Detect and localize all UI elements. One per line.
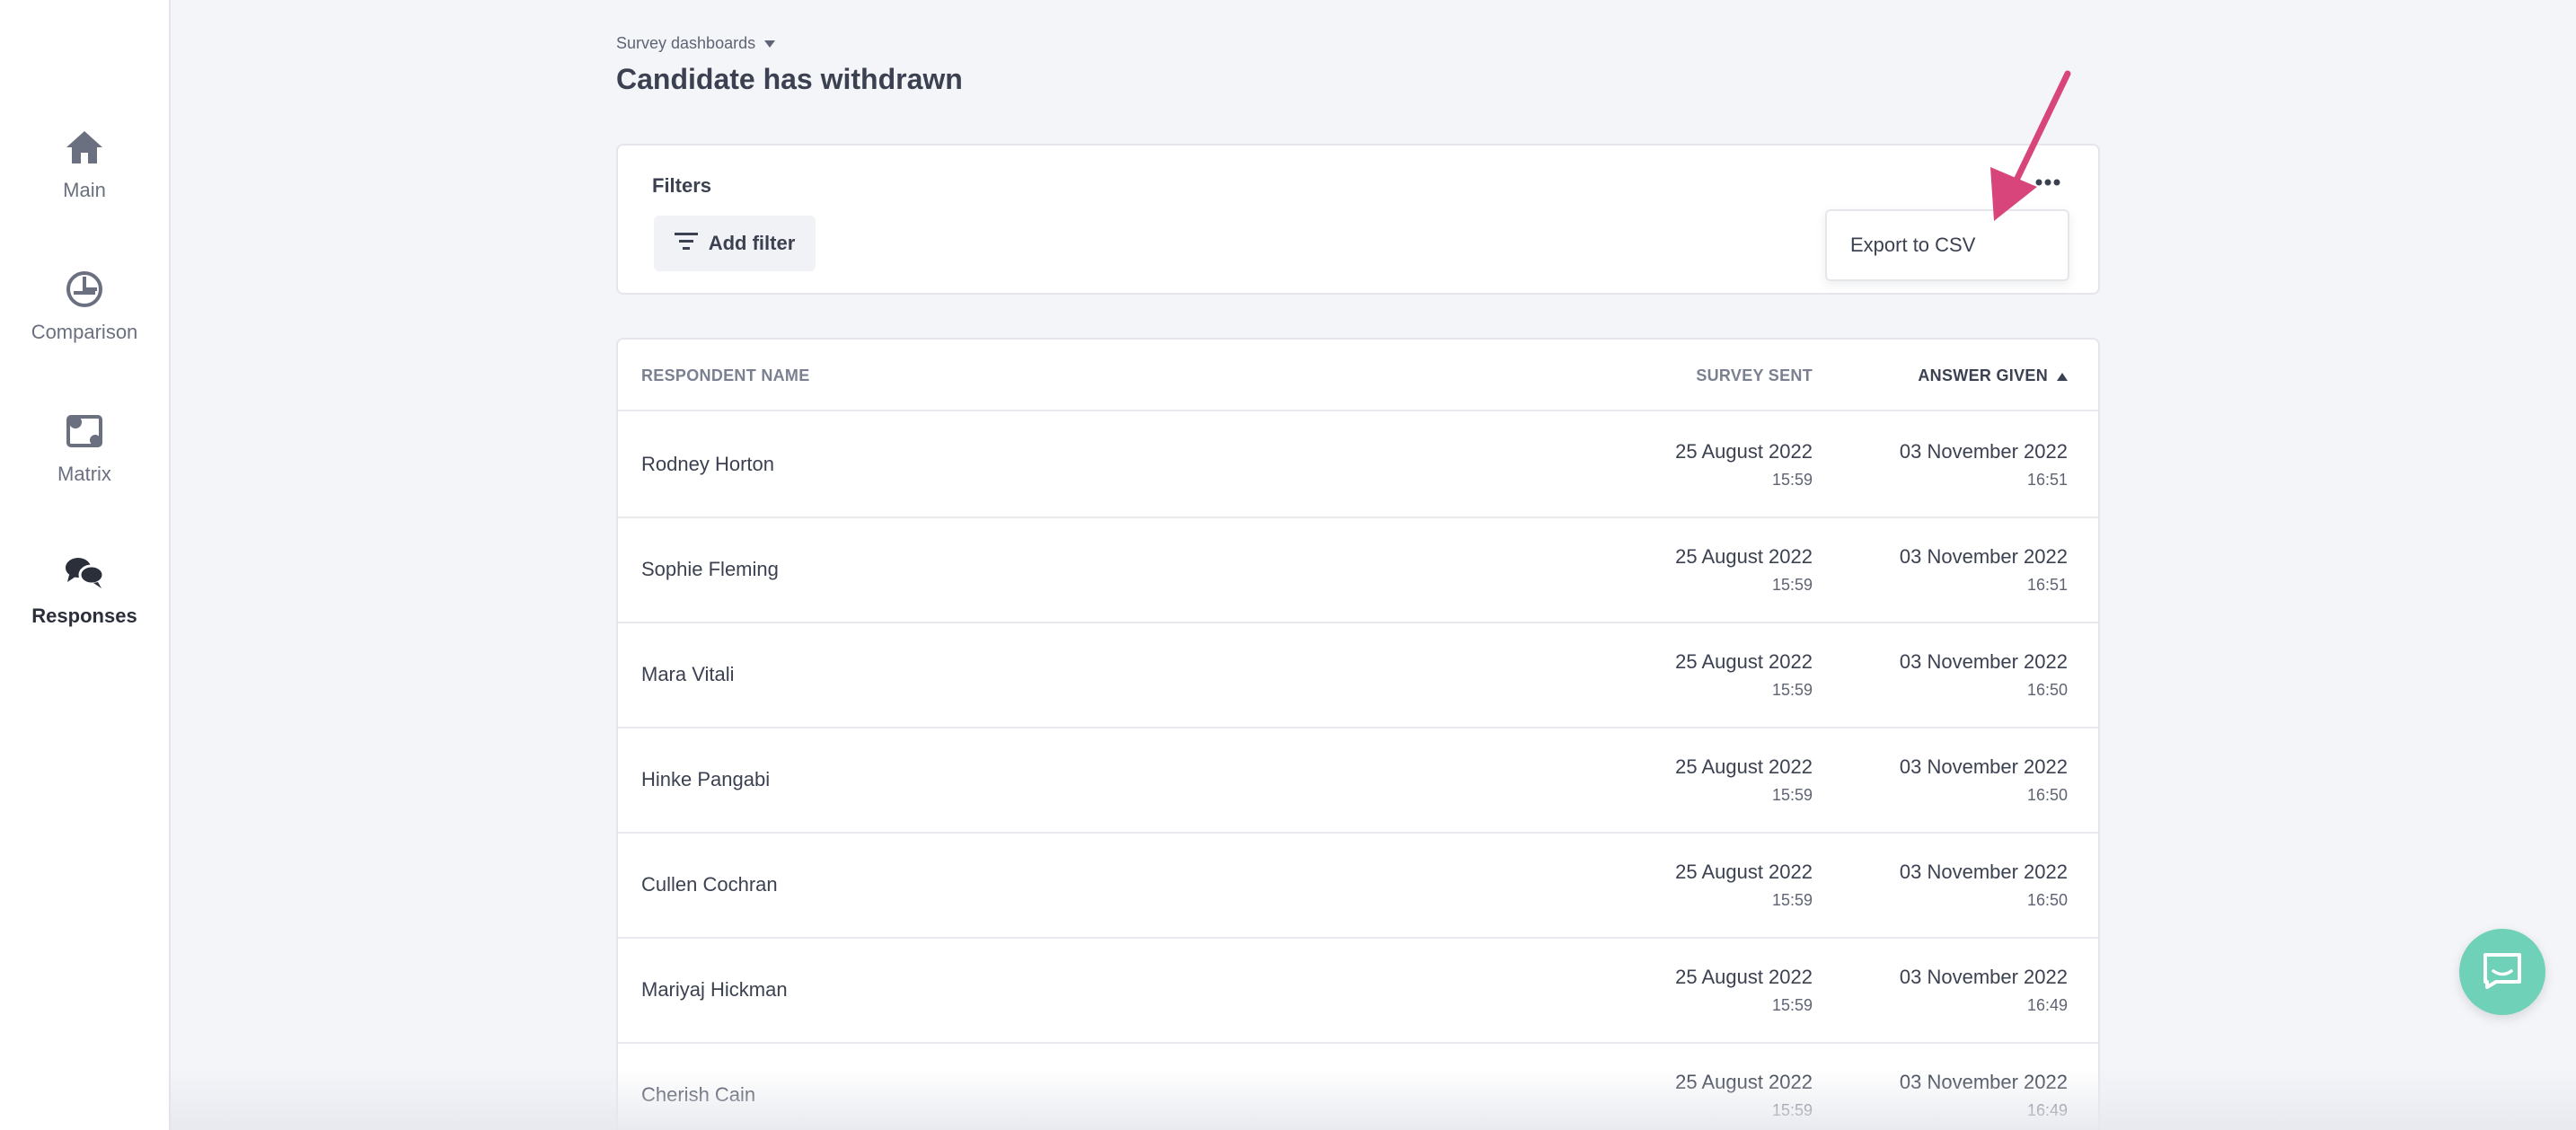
answer-given-time: 16:49 — [2026, 1101, 2068, 1119]
column-header-survey-sent[interactable]: SURVEY SENT — [1696, 366, 1813, 385]
sidebar-item-comparison[interactable]: Comparison — [0, 248, 169, 365]
chat-launcher-button[interactable] — [2459, 929, 2545, 1015]
table-row[interactable]: Rodney Horton 25 August 2022 15:59 03 Novem… — [618, 413, 2098, 518]
sidebar-item-label: Responses — [31, 605, 137, 627]
respondent-name: Rodney Horton — [641, 453, 774, 475]
table-row[interactable]: Sophie Fleming 25 August 2022 15:59 03 Nove… — [618, 518, 2098, 623]
survey-sent-cell: 25 August 2022 15:59 — [1675, 650, 1813, 700]
add-filter-label: Add filter — [708, 232, 796, 254]
annotation-arrow-icon — [1990, 70, 2071, 221]
answer-given-date: 03 November 2022 — [1899, 545, 2068, 568]
answer-given-time: 16:50 — [2026, 786, 2068, 804]
respondent-name: Sophie Fleming — [641, 558, 779, 580]
respondent-name: Hinke Pangabi — [641, 768, 771, 790]
respondent-name: Mara Vitali — [641, 663, 735, 685]
survey-sent-cell: 25 August 2022 15:59 — [1675, 966, 1813, 1015]
answer-given-date: 03 November 2022 — [1899, 650, 2068, 673]
survey-sent-cell: 25 August 2022 15:59 — [1675, 861, 1813, 910]
answer-given-time: 16:51 — [2026, 471, 2068, 489]
answer-given-date: 03 November 2022 — [1899, 1071, 2068, 1093]
survey-sent-time: 15:59 — [1771, 576, 1813, 594]
responses-table: RESPONDENT NAME SURVEY SENT ANSWER GIVEN… — [616, 338, 2100, 1130]
column-header-label: ANSWER GIVEN — [1918, 366, 2048, 384]
chat-bubbles-icon — [64, 552, 105, 594]
survey-sent-date: 25 August 2022 — [1675, 861, 1813, 883]
sidebar-item-label: Main — [63, 179, 106, 201]
respondent-name: Cullen Cochran — [641, 873, 778, 896]
chat-icon — [2482, 951, 2523, 993]
survey-sent-date: 25 August 2022 — [1675, 650, 1813, 673]
filters-label: Filters — [652, 174, 712, 197]
answer-given-cell: 03 November 2022 16:49 — [1900, 966, 2068, 1015]
sidebar-item-responses[interactable]: Responses — [0, 532, 169, 649]
survey-sent-time: 15:59 — [1771, 786, 1813, 804]
filter-lines-icon — [674, 231, 698, 256]
answer-given-cell: 03 November 2022 16:51 — [1900, 545, 2068, 595]
answer-given-time: 16:50 — [2026, 891, 2068, 909]
answer-given-time: 16:51 — [2026, 576, 2068, 594]
survey-sent-date: 25 August 2022 — [1675, 755, 1813, 778]
survey-sent-date: 25 August 2022 — [1675, 966, 1813, 988]
column-header-respondent-name[interactable]: RESPONDENT NAME — [641, 366, 810, 385]
survey-sent-time: 15:59 — [1771, 1101, 1813, 1119]
answer-given-cell: 03 November 2022 16:50 — [1900, 755, 2068, 805]
answer-given-date: 03 November 2022 — [1899, 440, 2068, 463]
respondent-name: Mariyaj Hickman — [641, 978, 788, 1001]
table-header: RESPONDENT NAME SURVEY SENT ANSWER GIVEN — [618, 340, 2098, 411]
answer-given-date: 03 November 2022 — [1899, 966, 2068, 988]
survey-sent-cell: 25 August 2022 15:59 — [1675, 1071, 1813, 1120]
survey-sent-cell: 25 August 2022 15:59 — [1675, 755, 1813, 805]
column-header-answer-given[interactable]: ANSWER GIVEN — [1918, 366, 2068, 385]
comparison-icon — [64, 269, 105, 310]
answer-given-date: 03 November 2022 — [1899, 861, 2068, 883]
breadcrumb-label: Survey dashboards — [616, 34, 756, 52]
table-row[interactable]: Mariyaj Hickman 25 August 2022 15:59 03 Nov… — [618, 939, 2098, 1044]
table-row[interactable]: Cherish Cain 25 August 2022 15:59 03 Novemb… — [618, 1044, 2098, 1130]
sort-ascending-icon — [2057, 366, 2068, 385]
sidebar-item-matrix[interactable]: Matrix — [0, 390, 169, 507]
answer-given-date: 03 November 2022 — [1899, 755, 2068, 778]
table-row[interactable]: Cullen Cochran 25 August 2022 15:59 03 Nove… — [618, 834, 2098, 939]
survey-sent-cell: 25 August 2022 15:59 — [1675, 440, 1813, 490]
survey-sent-time: 15:59 — [1771, 891, 1813, 909]
answer-given-cell: 03 November 2022 16:51 — [1900, 440, 2068, 490]
answer-given-cell: 03 November 2022 16:50 — [1900, 861, 2068, 910]
survey-sent-time: 15:59 — [1771, 996, 1813, 1014]
survey-sent-time: 15:59 — [1771, 471, 1813, 489]
respondent-name: Cherish Cain — [641, 1083, 756, 1106]
table-row[interactable]: Mara Vitali 25 August 2022 15:59 03 Novembe… — [618, 623, 2098, 728]
survey-sent-date: 25 August 2022 — [1675, 440, 1813, 463]
answer-given-time: 16:50 — [2026, 681, 2068, 699]
breadcrumb[interactable]: Survey dashboards — [616, 34, 776, 53]
survey-sent-date: 25 August 2022 — [1675, 545, 1813, 568]
sidebar-item-label: Comparison — [31, 321, 138, 343]
answer-given-cell: 03 November 2022 16:49 — [1900, 1071, 2068, 1120]
page-title: Candidate has withdrawn — [616, 63, 963, 95]
survey-sent-time: 15:59 — [1771, 681, 1813, 699]
answer-given-time: 16:49 — [2026, 996, 2068, 1014]
matrix-icon — [64, 411, 105, 452]
survey-sent-cell: 25 August 2022 15:59 — [1675, 545, 1813, 595]
table-row[interactable]: Hinke Pangabi 25 August 2022 15:59 03 Novem… — [618, 728, 2098, 834]
sidebar: Main Comparison Matrix Responses — [0, 0, 171, 1130]
home-icon — [64, 127, 105, 168]
caret-down-icon — [764, 34, 776, 53]
sidebar-item-main[interactable]: Main — [0, 106, 169, 223]
survey-sent-date: 25 August 2022 — [1675, 1071, 1813, 1093]
add-filter-button[interactable]: Add filter — [654, 216, 816, 271]
answer-given-cell: 03 November 2022 16:50 — [1900, 650, 2068, 700]
export-to-csv-menu-item[interactable]: Export to CSV — [1850, 234, 1975, 257]
sidebar-item-label: Matrix — [57, 463, 111, 485]
